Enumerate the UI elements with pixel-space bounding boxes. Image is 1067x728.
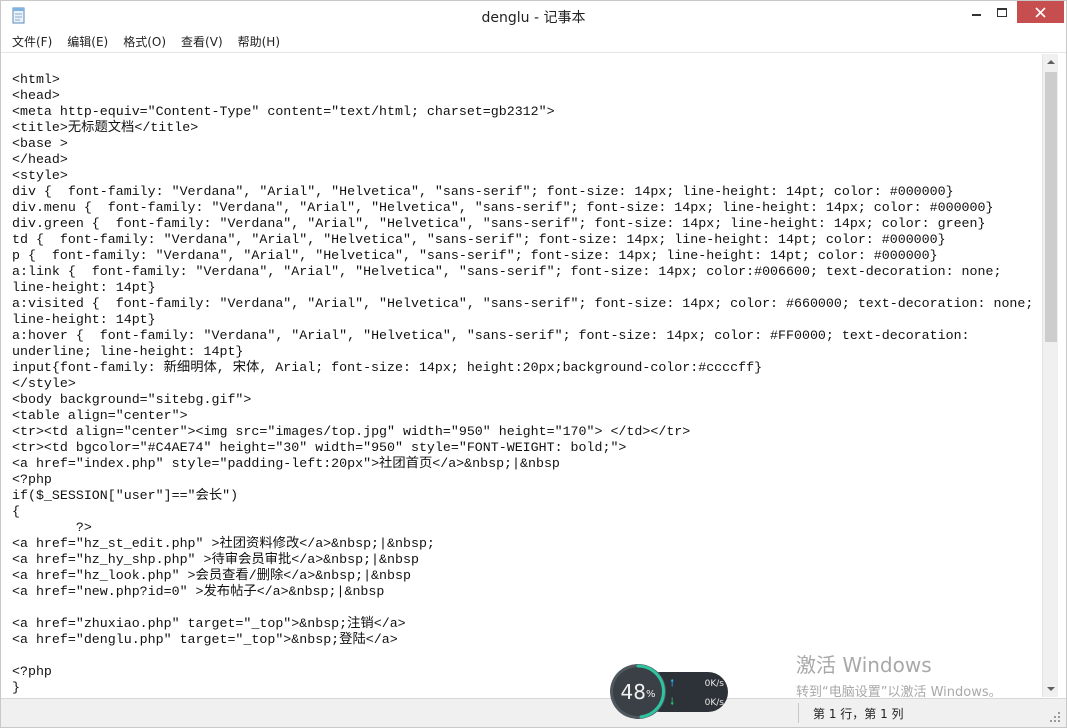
arrow-up-icon xyxy=(1047,60,1055,64)
text-line[interactable]: input{font-family: 新细明体, 宋体, Arial; font… xyxy=(12,360,1033,376)
menu-bar: 文件(F) 编辑(E) 格式(O) 查看(V) 帮助(H) xyxy=(1,31,1066,53)
text-line[interactable]: <a href="hz_st_edit.php" >社团资料修改</a>&nbs… xyxy=(12,536,1033,552)
text-line[interactable]: <title>无标题文档</title> xyxy=(12,120,1033,136)
text-line[interactable]: <html> xyxy=(12,72,1033,88)
text-line[interactable]: div { font-family: "Verdana", "Arial", "… xyxy=(12,184,1033,200)
watermark-title: 激活 Windows xyxy=(796,653,932,677)
text-line[interactable]: <base > xyxy=(12,136,1033,152)
text-line[interactable]: <?php xyxy=(12,472,1033,488)
text-line[interactable]: ?> xyxy=(12,520,1033,536)
upload-speed: 0K/s xyxy=(704,679,724,689)
text-line[interactable]: line-height: 14pt} xyxy=(12,280,1033,296)
text-line[interactable]: a:visited { font-family: "Verdana", "Ari… xyxy=(12,296,1033,312)
text-line[interactable]: </head> xyxy=(12,152,1033,168)
text-line[interactable]: if($_SESSION["user"]=="会长") xyxy=(12,488,1033,504)
text-line[interactable]: div.green { font-family: "Verdana", "Ari… xyxy=(12,216,1033,232)
usage-percent-value: 48 xyxy=(620,679,646,704)
text-line[interactable]: <style> xyxy=(12,168,1033,184)
window-title: denglu - 记事本 xyxy=(481,10,586,26)
download-speed-row: 🠗 0K/s xyxy=(670,695,730,711)
watermark-subtitle: 转到“电脑设置”以激活 Windows。 xyxy=(796,685,1002,700)
scroll-thumb[interactable] xyxy=(1045,72,1057,342)
resize-grip-icon[interactable] xyxy=(1049,711,1061,723)
scroll-up-button[interactable] xyxy=(1043,54,1059,70)
menu-help[interactable]: 帮助(H) xyxy=(235,32,283,51)
text-line[interactable]: </style> xyxy=(12,376,1033,392)
text-line[interactable]: <body background="sitebg.gif"> xyxy=(12,392,1033,408)
activate-windows-watermark: 激活 Windows 转到“电脑设置”以激活 Windows。 xyxy=(796,649,1002,700)
usage-percent: 48% xyxy=(613,667,663,716)
text-line[interactable]: line-height: 14pt} xyxy=(12,312,1033,328)
usage-percent-sign: % xyxy=(645,689,656,700)
network-speed-widget[interactable]: 48% 🠕 0K/s 🠗 0K/s xyxy=(610,664,730,719)
upload-arrow-icon: 🠕 xyxy=(670,677,675,689)
title-bar[interactable]: denglu - 记事本 xyxy=(1,1,1066,31)
menu-edit[interactable]: 编辑(E) xyxy=(64,32,111,51)
minimize-icon xyxy=(971,14,981,16)
cursor-position: 第 1 行，第 1 列 xyxy=(813,707,904,721)
status-divider xyxy=(798,703,799,723)
text-line[interactable]: { xyxy=(12,504,1033,520)
text-line[interactable] xyxy=(12,600,1033,616)
scroll-down-button[interactable] xyxy=(1043,681,1059,697)
text-line[interactable]: <tr><td align="center"><img src="images/… xyxy=(12,424,1033,440)
text-content[interactable]: <html> <head> <meta http-equiv="Content-Ty… xyxy=(12,72,1033,696)
text-line[interactable]: <a href="denglu.php" target="_top">&nbsp… xyxy=(12,632,1033,648)
close-button[interactable] xyxy=(1017,1,1064,23)
text-line[interactable]: p { font-family: "Verdana", "Arial", "He… xyxy=(12,248,1033,264)
text-line[interactable]: <head> xyxy=(12,88,1033,104)
text-line[interactable]: <meta http-equiv="Content-Type" content=… xyxy=(12,104,1033,120)
memory-usage-gauge[interactable]: 48% xyxy=(610,664,666,719)
text-editor-area[interactable]: <html> <head> <meta http-equiv="Content-Ty… xyxy=(2,54,1042,697)
text-line[interactable]: <a href="zhuxiao.php" target="_top">&nbs… xyxy=(12,616,1033,632)
close-icon xyxy=(1035,6,1046,18)
status-bar: 第 1 行，第 1 列 xyxy=(1,698,1066,727)
notepad-window: denglu - 记事本 文件(F) 编辑(E) 格式(O) 查看(V) 帮助(… xyxy=(0,0,1067,728)
text-line[interactable]: td { font-family: "Verdana", "Arial", "H… xyxy=(12,232,1033,248)
text-line[interactable]: a:hover { font-family: "Verdana", "Arial… xyxy=(12,328,1033,344)
minimize-button[interactable] xyxy=(963,1,989,23)
text-line[interactable]: <a href="hz_hy_shp.php" >待审会员审批</a>&nbsp… xyxy=(12,552,1033,568)
maximize-icon xyxy=(997,7,1007,17)
text-line[interactable]: <a href="hz_look.php" >会员查看/删除</a>&nbsp;… xyxy=(12,568,1033,584)
text-line[interactable]: a:link { font-family: "Verdana", "Arial"… xyxy=(12,264,1033,280)
menu-view[interactable]: 查看(V) xyxy=(178,32,226,51)
maximize-button[interactable] xyxy=(989,1,1015,23)
download-arrow-icon: 🠗 xyxy=(670,696,675,708)
text-line[interactable]: underline; line-height: 14pt} xyxy=(12,344,1033,360)
text-line[interactable]: <a href="index.php" style="padding-left:… xyxy=(12,456,1033,472)
menu-format[interactable]: 格式(O) xyxy=(120,32,169,51)
menu-file[interactable]: 文件(F) xyxy=(9,32,55,51)
text-line[interactable]: <tr><td bgcolor="#C4AE74" height="30" wi… xyxy=(12,440,1033,456)
download-speed: 0K/s xyxy=(704,698,724,708)
text-line[interactable]: <a href="new.php?id=0" >发布帖子</a>&nbsp;|&… xyxy=(12,584,1033,600)
upload-speed-row: 🠕 0K/s xyxy=(670,676,730,692)
arrow-down-icon xyxy=(1047,687,1055,691)
text-line[interactable]: div.menu { font-family: "Verdana", "Aria… xyxy=(12,200,1033,216)
vertical-scrollbar[interactable] xyxy=(1042,54,1058,697)
text-line[interactable]: <table align="center"> xyxy=(12,408,1033,424)
